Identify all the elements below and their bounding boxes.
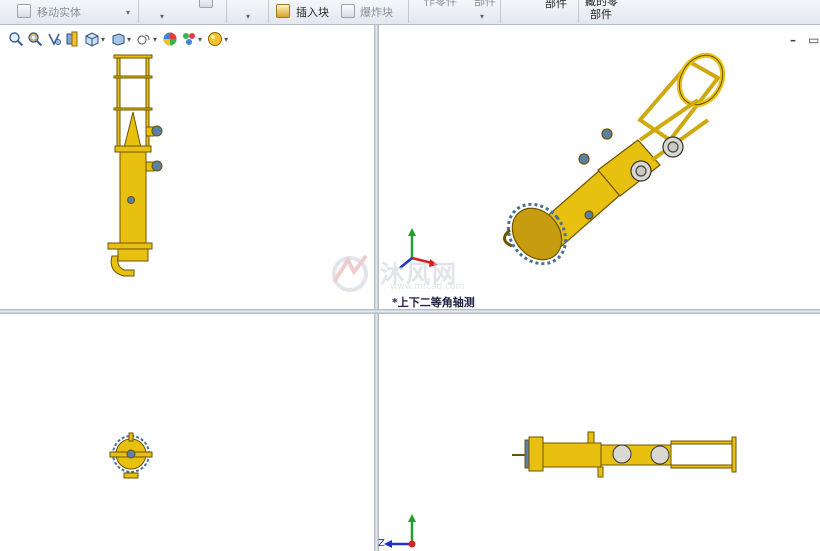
solidworks-window: 移动实体 ▾ ▾ ▾ 插入块 爆炸块 作零件 部件 ▾ 部件 藏的零 部件 – … [0,0,820,551]
right-view-model[interactable] [512,431,737,478]
isometric-view-model[interactable] [497,47,732,275]
watermark: 沐风网 www.mfcad.com [328,252,498,298]
z-axis-label: Z [378,538,385,549]
front-view-model[interactable] [107,54,163,277]
watermark-url: www.mfcad.com [390,282,465,292]
watermark-logo-icon [332,254,368,292]
top-view-model[interactable] [109,432,153,479]
reference-triad-right [384,514,416,548]
